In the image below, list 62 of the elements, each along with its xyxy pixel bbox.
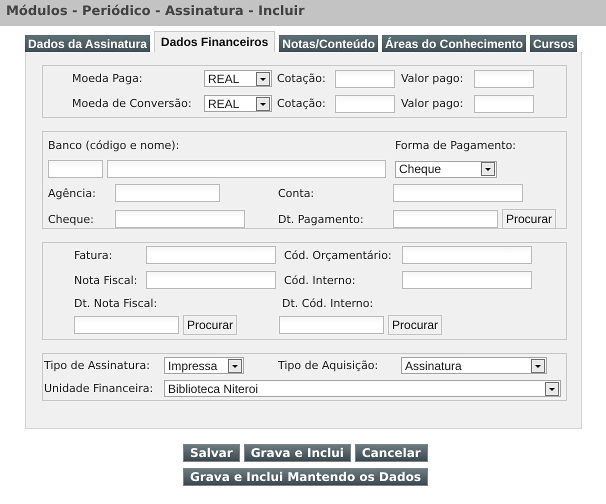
field-label: Cód. Interno: — [284, 274, 356, 286]
field-label: Valor pago: — [401, 72, 464, 85]
field-label: Fatura: — [74, 248, 114, 262]
field-label: Conta: — [278, 186, 316, 200]
field-label: Cotação: — [277, 97, 327, 110]
field-label: Nota Fiscal: — [74, 274, 138, 286]
acquisition-dropdown[interactable]: Assinatura — [401, 357, 547, 374]
currency-dropdown[interactable]: REAL — [204, 70, 272, 87]
field-label: Forma de Pagamento: — [395, 138, 516, 152]
tab[interactable]: Notas/Conteúdo — [279, 35, 378, 52]
unit-dropdown[interactable]: Biblioteca Niteroi — [164, 380, 561, 397]
input-field[interactable] — [393, 210, 498, 228]
field-label: Cód. Orçamentário: — [284, 248, 393, 262]
field-label: Tipo de Aquisição: — [278, 359, 380, 372]
input-field[interactable] — [474, 94, 534, 112]
input-field[interactable] — [146, 271, 276, 289]
action-button[interactable]: Grava e Inclui Mantendo os Dados — [183, 468, 428, 486]
window-title: Módulos - Periódico - Assinatura - Incluir — [0, 0, 606, 26]
field-label: Agência: — [48, 186, 97, 200]
input-field[interactable] — [107, 160, 386, 178]
field-label: Moeda Paga: — [72, 72, 144, 85]
tab[interactable]: Cursos — [530, 35, 578, 52]
field-label: Moeda de Conversão: — [72, 97, 193, 110]
caret-icon — [531, 358, 545, 372]
field-label: Valor pago: — [401, 97, 464, 110]
field-label: Cotação: — [277, 72, 327, 85]
field-label: Dt. Nota Fiscal: — [74, 296, 158, 310]
input-field[interactable] — [115, 210, 245, 228]
field-label: Banco (código e nome): — [48, 138, 180, 152]
caret-icon — [228, 358, 242, 372]
field-label: Cheque: — [48, 212, 95, 226]
input-field[interactable] — [74, 316, 179, 334]
tab[interactable]: Dados da Assinatura — [25, 35, 150, 52]
input-field[interactable] — [279, 316, 384, 334]
tab[interactable]: Dados Financeiros — [154, 31, 276, 52]
caret-icon — [481, 162, 495, 176]
input-field[interactable] — [474, 70, 534, 88]
field-label: Tipo de Assinatura: — [44, 359, 151, 372]
caret-icon — [256, 72, 270, 86]
action-button[interactable]: Grava e Inclui — [244, 444, 351, 462]
type-dropdown[interactable]: Impressa — [164, 357, 244, 374]
currency-dropdown[interactable]: REAL — [204, 95, 272, 112]
input-field[interactable] — [402, 246, 532, 264]
input-field[interactable] — [48, 160, 103, 178]
tab[interactable]: Áreas do Conhecimento — [382, 35, 526, 52]
search-button[interactable]: Procurar — [502, 209, 556, 229]
action-button[interactable]: Cancelar — [354, 444, 428, 462]
caret-icon — [545, 382, 559, 396]
input-field[interactable] — [402, 271, 532, 289]
field-label: Unidade Financeira: — [44, 382, 154, 395]
action-button[interactable]: Salvar — [183, 444, 240, 462]
search-button[interactable]: Procurar — [388, 315, 442, 335]
caret-icon — [256, 96, 270, 110]
field-label: Dt. Cód. Interno: — [282, 296, 374, 310]
search-button[interactable]: Procurar — [183, 315, 238, 335]
field-label: Dt. Pagamento: — [278, 212, 365, 226]
input-field[interactable] — [115, 184, 220, 202]
payment-dropdown[interactable]: Cheque — [395, 160, 497, 178]
input-field[interactable] — [335, 94, 395, 112]
input-field[interactable] — [335, 70, 395, 88]
input-field[interactable] — [393, 184, 523, 202]
input-field[interactable] — [146, 246, 276, 264]
